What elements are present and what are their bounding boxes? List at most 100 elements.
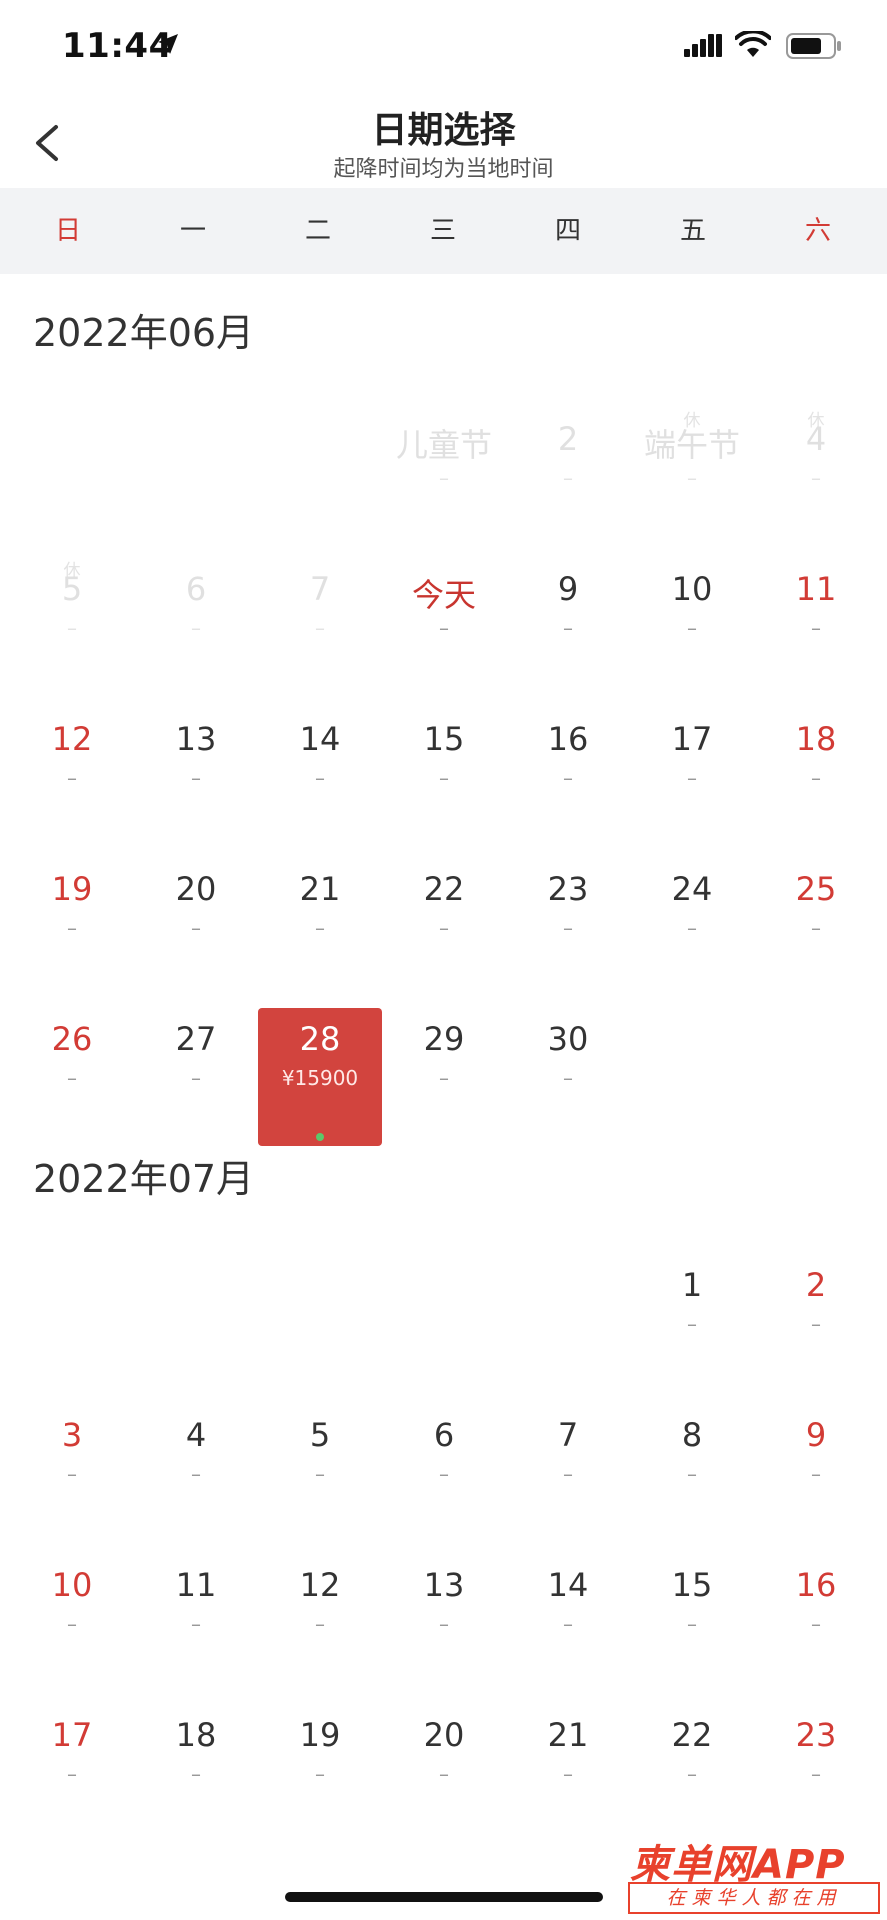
day-price: – [67, 1612, 77, 1636]
weekday-tue: 二 [304, 216, 331, 246]
day-label: 16 [547, 720, 589, 758]
calendar-day[interactable]: 19 – [258, 1704, 382, 1842]
calendar-day[interactable]: 7– [506, 1404, 630, 1542]
selected-dot-indicator [316, 1133, 324, 1141]
calendar-day[interactable]: 22 – [382, 858, 506, 996]
calendar-day[interactable]: 1– [630, 1254, 754, 1392]
calendar-day[interactable]: 14 – [506, 1554, 630, 1692]
day-label: 儿童节 [395, 426, 492, 464]
calendar-day: 儿童节 – [382, 408, 506, 546]
battery-icon [786, 33, 841, 59]
calendar-day[interactable]: 13 – [382, 1554, 506, 1692]
calendar-day[interactable]: 17 – [10, 1704, 134, 1842]
month-title-june: 2022年06月 [33, 311, 255, 355]
day-label: 29 [423, 1020, 465, 1058]
day-label: 30 [547, 1020, 589, 1058]
calendar-day[interactable]: 16 – [506, 708, 630, 846]
day-price: – [67, 916, 77, 940]
calendar-day[interactable]: 11 – [134, 1554, 258, 1692]
day-price: – [439, 1612, 449, 1636]
calendar-day[interactable]: 4– [134, 1404, 258, 1542]
day-price: ¥15900 [281, 1066, 359, 1090]
calendar-day[interactable]: 6– [382, 1404, 506, 1542]
calendar-day[interactable]: 23 – [754, 1704, 878, 1842]
calendar-day[interactable]: 8– [630, 1404, 754, 1542]
day-label: 18 [175, 1716, 217, 1754]
weekday-mon: 一 [179, 216, 206, 246]
weekday-wed: 三 [429, 216, 456, 246]
calendar-day[interactable]: 17 – [630, 708, 754, 846]
calendar-day[interactable]: 13 – [134, 708, 258, 846]
calendar-day[interactable]: 28 ¥15900 [258, 1008, 382, 1146]
day-price: – [563, 1762, 573, 1786]
day-label: 13 [175, 720, 217, 758]
day-price: – [191, 1612, 201, 1636]
calendar-day[interactable]: 18 – [754, 708, 878, 846]
calendar-day[interactable]: 19 – [10, 858, 134, 996]
day-price: – [811, 616, 821, 640]
day-price: – [563, 616, 573, 640]
day-price: – [811, 1462, 821, 1486]
day-label: 5 [61, 570, 83, 608]
day-label: 9 [805, 1416, 827, 1454]
calendar-day[interactable]: 10 – [10, 1554, 134, 1692]
calendar-day: 休端午节 – [630, 408, 754, 546]
day-price: – [191, 766, 201, 790]
cellular-signal-icon [684, 34, 722, 57]
day-label: 14 [547, 1566, 589, 1604]
calendar-day[interactable]: 12 – [10, 708, 134, 846]
calendar-day[interactable]: 5– [258, 1404, 382, 1542]
day-price: – [315, 1462, 325, 1486]
calendar-day[interactable]: 25 – [754, 858, 878, 996]
day-label: 28 [299, 1020, 341, 1058]
day-label: 6 [185, 570, 207, 608]
calendar-day[interactable]: 27 – [134, 1008, 258, 1146]
calendar-day[interactable]: 24 – [630, 858, 754, 996]
calendar-day[interactable]: 21 – [506, 1704, 630, 1842]
day-label: 27 [175, 1020, 217, 1058]
weekday-sun: 日 [54, 216, 81, 246]
calendar-day[interactable]: 20 – [134, 858, 258, 996]
calendar-day[interactable]: 21 – [258, 858, 382, 996]
weekday-fri: 五 [679, 216, 706, 246]
page-title: 日期选择 [371, 110, 516, 151]
calendar-day[interactable]: 2– [754, 1254, 878, 1392]
calendar-day[interactable]: 9– [506, 558, 630, 696]
calendar-day[interactable]: 30 – [506, 1008, 630, 1146]
calendar-day[interactable]: 26 – [10, 1008, 134, 1146]
calendar-day[interactable]: 22 – [630, 1704, 754, 1842]
day-price: – [563, 1462, 573, 1486]
calendar-day[interactable]: 11 – [754, 558, 878, 696]
calendar-day[interactable]: 20 – [382, 1704, 506, 1842]
calendar-day[interactable]: 18 – [134, 1704, 258, 1842]
day-label: 10 [51, 1566, 93, 1604]
calendar-day: 休 4– [754, 408, 878, 546]
day-price: – [439, 916, 449, 940]
day-price: – [687, 1612, 697, 1636]
calendar-day[interactable]: 10 – [630, 558, 754, 696]
day-price: – [67, 1462, 77, 1486]
calendar-day[interactable]: 15 – [630, 1554, 754, 1692]
calendar-day[interactable]: 9– [754, 1404, 878, 1542]
calendar-day[interactable]: 12 – [258, 1554, 382, 1692]
day-label: 10 [671, 570, 713, 608]
calendar-day[interactable]: 今天 – [382, 558, 506, 696]
day-price: – [67, 1066, 77, 1090]
day-label: 11 [175, 1566, 217, 1604]
day-label: 17 [51, 1716, 93, 1754]
day-label: 13 [423, 1566, 465, 1604]
day-price: – [439, 766, 449, 790]
day-price: – [811, 1612, 821, 1636]
calendar-day[interactable]: 15 – [382, 708, 506, 846]
calendar-day[interactable]: 14 – [258, 708, 382, 846]
day-label: 20 [423, 1716, 465, 1754]
calendar-day[interactable]: 3– [10, 1404, 134, 1542]
calendar-day[interactable]: 16 – [754, 1554, 878, 1692]
calendar-day[interactable]: 29 – [382, 1008, 506, 1146]
day-price: – [439, 616, 449, 640]
day-price: – [191, 1762, 201, 1786]
month-title-july: 2022年07月 [33, 1157, 255, 1201]
day-price: – [439, 466, 449, 490]
day-label: 19 [299, 1716, 341, 1754]
calendar-day[interactable]: 23 – [506, 858, 630, 996]
